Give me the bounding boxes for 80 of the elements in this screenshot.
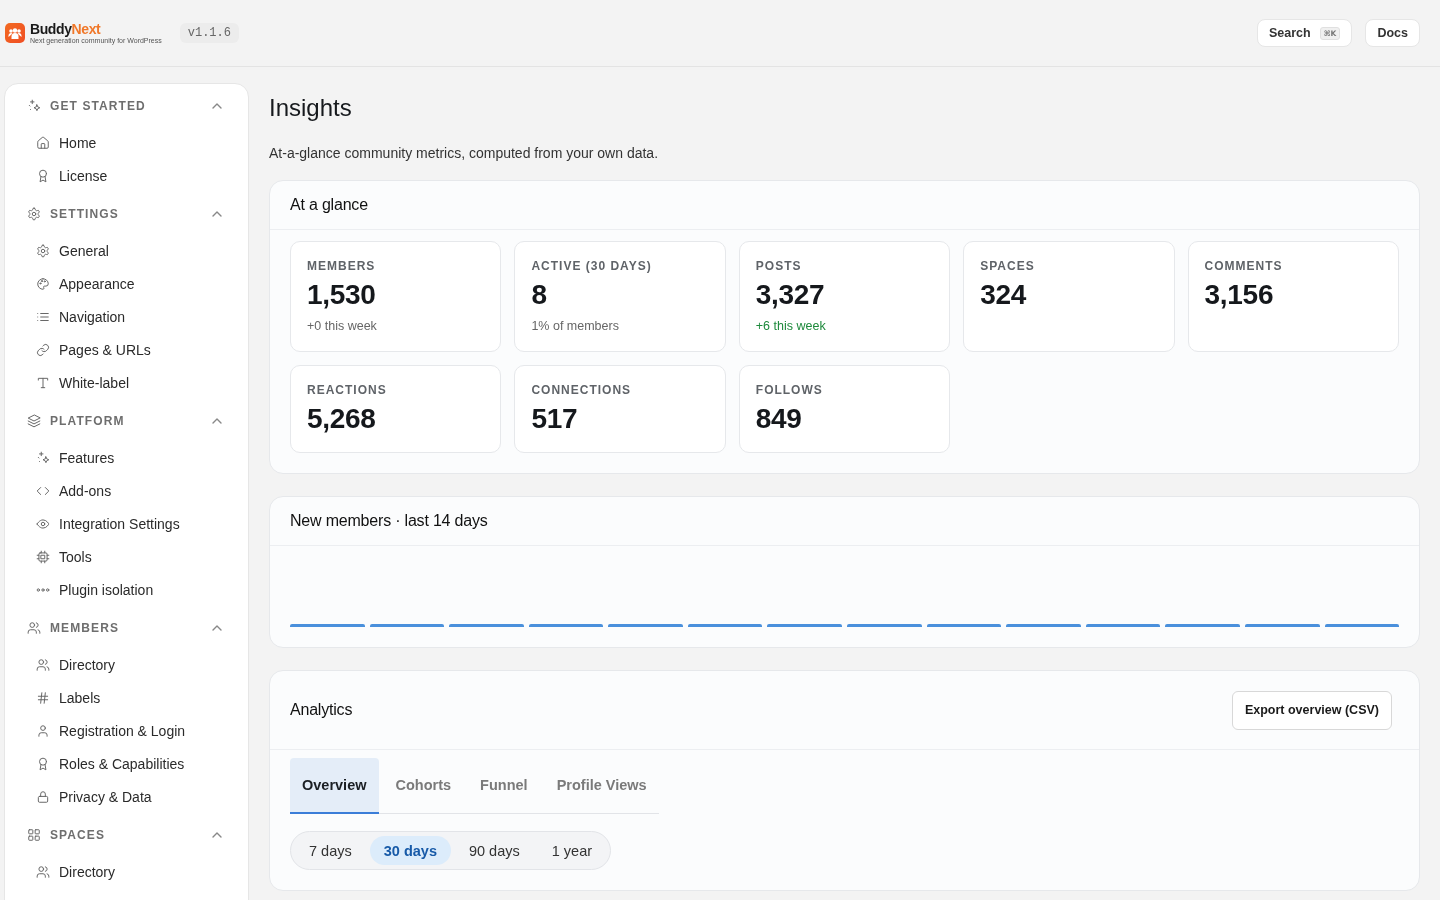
lock-icon — [36, 789, 50, 804]
docs-button[interactable]: Docs — [1365, 19, 1420, 47]
sidebar-item[interactable]: License — [5, 159, 248, 192]
ribbon-icon — [36, 168, 50, 183]
sidebar-item[interactable]: Registration & Login — [5, 714, 248, 747]
stat-value: 849 — [755, 402, 803, 436]
sidebar-item[interactable]: Add-ons — [5, 474, 248, 507]
card-title: New members · last 14 days — [290, 512, 488, 530]
page-subtitle: At-a-glance community metrics, computed from your own data. — [269, 144, 660, 163]
sidebar-item[interactable]: Navigation — [5, 300, 248, 333]
sidebar-item[interactable]: Plugin isolation — [5, 573, 248, 606]
stat-label: COMMENTS — [1204, 258, 1284, 274]
tab[interactable]: Funnel — [468, 758, 540, 814]
section-header[interactable]: GET STARTED — [5, 89, 248, 123]
user-icon — [36, 723, 50, 738]
section-header[interactable]: PLATFORM — [5, 404, 248, 438]
stat-value: 3,327 — [755, 278, 826, 312]
sidebar-item[interactable]: Features — [5, 441, 248, 474]
stat-value: 324 — [980, 278, 1028, 312]
users-icon — [27, 621, 41, 635]
gear-icon — [36, 243, 50, 258]
eye-icon — [36, 516, 50, 531]
tab[interactable]: Cohorts — [383, 758, 464, 814]
sidebar-item[interactable]: Home — [5, 126, 248, 159]
card-title: Analytics — [290, 701, 353, 719]
palette-icon — [36, 276, 50, 291]
export-button[interactable]: Export overview (CSV) — [1231, 690, 1392, 730]
sparkles-icon — [36, 450, 50, 465]
home-icon — [36, 135, 50, 150]
stat-label: MEMBERS — [307, 258, 377, 274]
period-option[interactable]: 1 year — [537, 836, 607, 865]
sidebar-item[interactable]: General — [5, 234, 248, 267]
text-icon — [36, 375, 50, 390]
sidebar-item[interactable]: Directory — [5, 855, 248, 888]
logo-icon — [5, 23, 25, 43]
section-header[interactable]: SPACES — [5, 818, 248, 852]
users-icon — [36, 657, 50, 672]
stat-value: 3,156 — [1204, 278, 1275, 312]
stat-label: CONNECTIONS — [531, 382, 633, 398]
tab[interactable]: Profile Views — [544, 758, 659, 814]
page-title: Insights — [269, 93, 353, 123]
ribbon-icon — [36, 756, 50, 771]
card-title: At a glance — [290, 196, 368, 214]
stat-note: +0 this week — [307, 318, 378, 335]
sidebar-item[interactable]: Pages & URLs — [5, 333, 248, 366]
stat-value: 8 — [531, 278, 548, 312]
sidebar-item[interactable]: Roles & Capabilities — [5, 747, 248, 780]
stat-value: 5,268 — [307, 402, 377, 436]
stat-label: SPACES — [980, 258, 1036, 274]
stat-label: FOLLOWS — [755, 382, 824, 398]
tab[interactable]: Overview — [290, 758, 379, 814]
sidebar-item[interactable]: Labels — [5, 681, 248, 714]
stat-label: REACTIONS — [307, 382, 388, 398]
brand-name: BuddyNext — [30, 21, 101, 36]
sidebar-item[interactable]: Directory — [5, 648, 248, 681]
sidebar-item[interactable]: Tools — [5, 540, 248, 573]
chip-icon — [36, 549, 50, 564]
stat-value: 517 — [531, 402, 579, 436]
stat-note: +6 this week — [755, 318, 827, 335]
link-icon — [36, 342, 50, 357]
period-option[interactable]: 90 days — [454, 836, 534, 865]
section-header[interactable]: MEMBERS — [5, 611, 248, 645]
hash-icon — [36, 690, 50, 705]
stat-note: 1% of members — [531, 318, 620, 335]
users-icon — [36, 864, 50, 879]
gear-icon — [27, 207, 41, 221]
layers-icon — [27, 414, 41, 428]
grid-icon — [27, 828, 41, 842]
period-option[interactable]: 30 days — [369, 836, 451, 865]
sidebar-item[interactable]: White-label — [5, 366, 248, 399]
period-option[interactable]: 7 days — [295, 836, 366, 865]
sidebar-item[interactable]: Appearance — [5, 267, 248, 300]
stat-value: 1,530 — [307, 278, 377, 312]
sparkles-icon — [27, 99, 41, 113]
section-header[interactable]: SETTINGS — [5, 197, 248, 231]
stat-label: POSTS — [755, 258, 803, 274]
stat-label: ACTIVE (30 DAYS) — [531, 258, 653, 274]
sidebar-item[interactable]: Privacy & Data — [5, 780, 248, 813]
version-badge: v1.1.6 — [179, 23, 239, 43]
sidebar-item[interactable]: Integration Settings — [5, 507, 248, 540]
